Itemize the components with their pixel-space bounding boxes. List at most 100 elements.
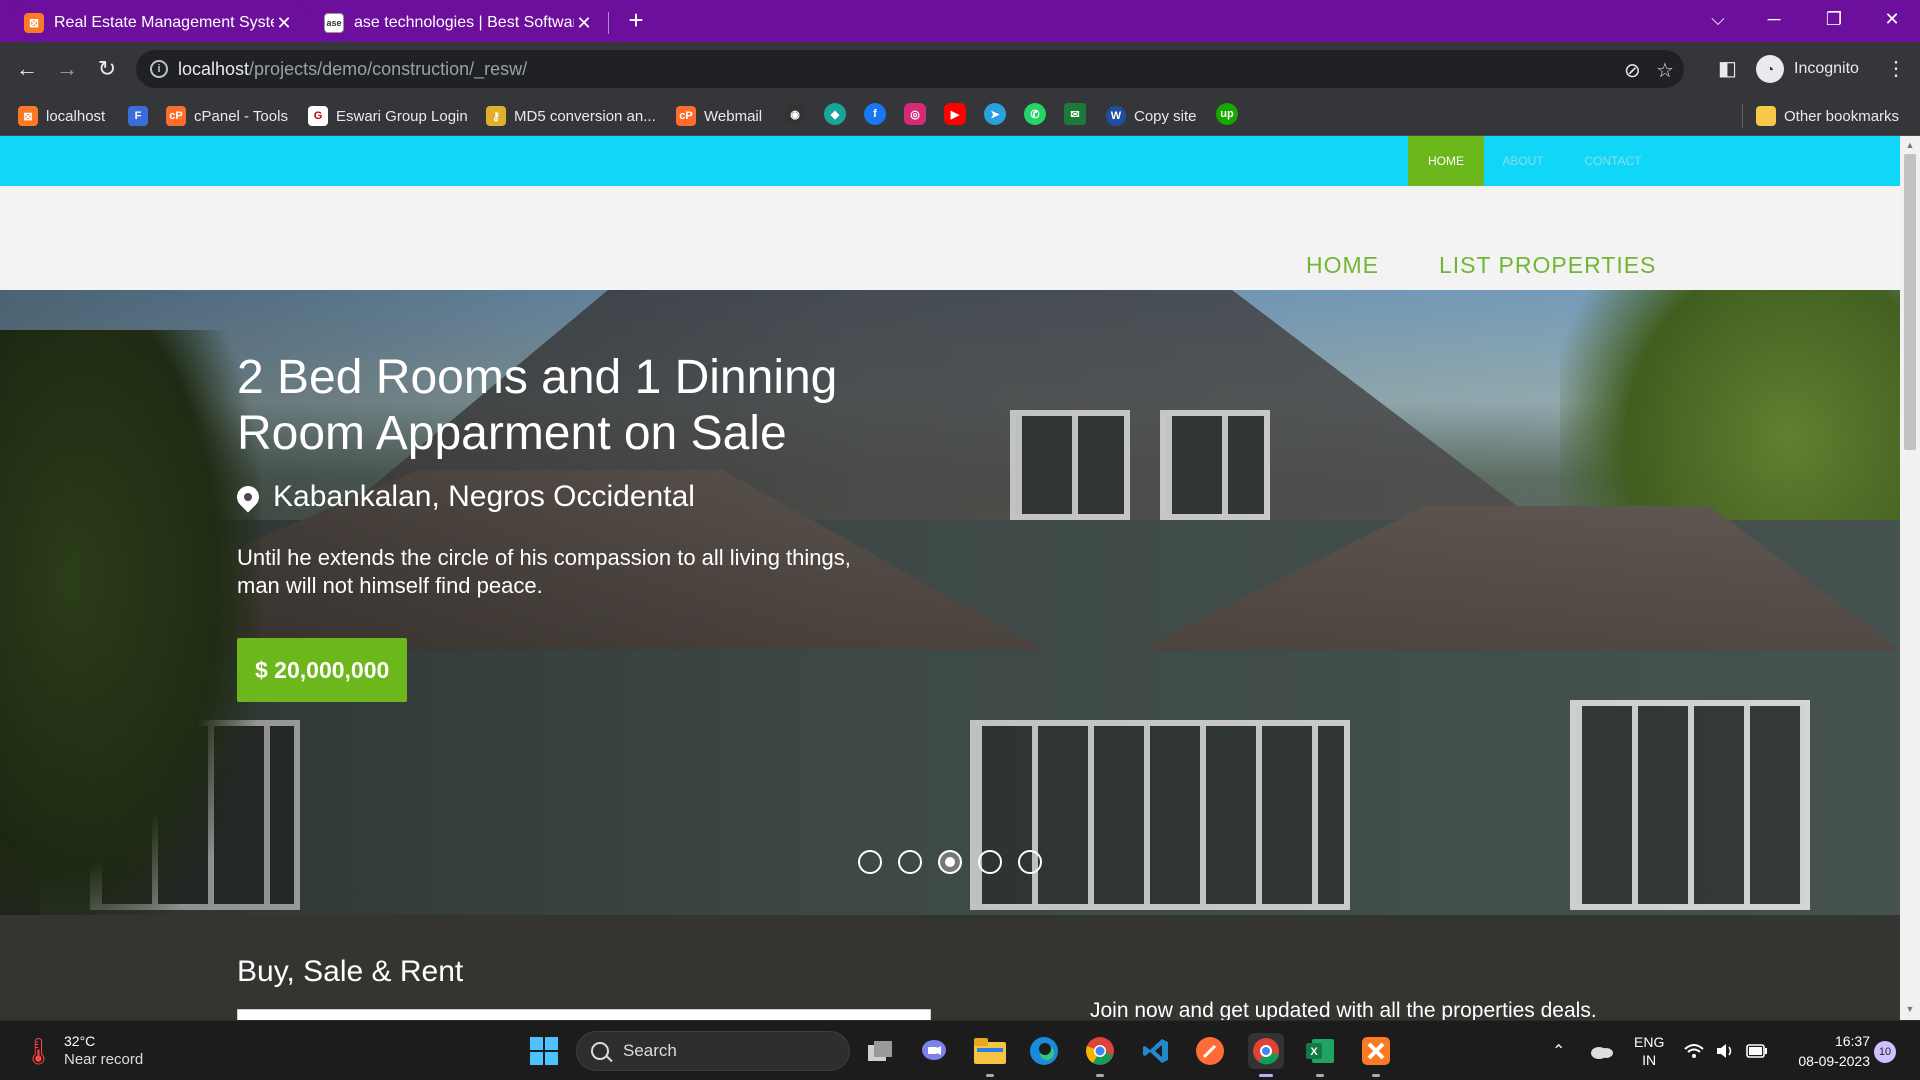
property-search-input[interactable] [237,1009,931,1020]
header-home-link[interactable]: HOME [1306,252,1379,279]
topnav-contact-link[interactable]: CONTACT [1570,136,1656,186]
tab-ase-technologies[interactable]: ase ase technologies | Best Software ✕ [310,4,608,42]
bookmark-webmail[interactable]: cP Webmail [676,104,762,128]
whatsapp-icon[interactable]: ✆ [1024,103,1046,125]
clock[interactable]: 16:37 08-09-2023 [1782,1031,1870,1071]
bookmark-other-bookmarks[interactable]: Other bookmarks [1756,104,1899,128]
cpanel-icon: cP [676,106,696,126]
telegram-icon[interactable]: ➤ [984,103,1006,125]
diamond-icon[interactable]: ◆ [824,103,846,125]
instagram-icon[interactable]: ◎ [904,103,926,125]
slide-dot-2[interactable] [898,850,922,874]
close-tab-icon[interactable]: ✕ [274,13,294,34]
cpanel-icon: cP [166,106,186,126]
bookmark-cpanel-tools[interactable]: cP cPanel - Tools [166,104,288,128]
file-explorer-icon[interactable] [972,1033,1008,1077]
hero-quote: Until he extends the circle of his compa… [237,545,851,598]
forward-button[interactable]: → [52,54,82,84]
scroll-up-arrow-icon[interactable]: ▲ [1905,140,1915,150]
slide-dot-3[interactable] [938,850,962,874]
volume-icon[interactable] [1716,1021,1736,1080]
taskbar-search[interactable]: Search [576,1031,850,1071]
running-indicator [1372,1074,1380,1077]
wifi-icon[interactable] [1684,1021,1704,1080]
start-button[interactable] [526,1033,562,1069]
bookmark-star-icon[interactable]: ☆ [1656,58,1674,83]
taskbar: 🌡 32°C Near record Search X ⌃ ENG IN 16:… [0,1020,1920,1080]
slider-dots [858,850,1042,874]
site-header: HOME LIST PROPERTIES [0,186,1900,290]
address-bar[interactable]: i localhost/projects/demo/construction/_… [136,50,1684,88]
bookmark-f[interactable]: F [128,104,156,128]
minimize-button[interactable]: ─ [1746,0,1802,38]
chrome-icon[interactable] [1082,1033,1118,1077]
reload-button[interactable]: ↻ [92,54,122,84]
xampp-taskbar-icon[interactable] [1358,1033,1394,1077]
slide-dot-1[interactable] [858,850,882,874]
bookmark-localhost[interactable]: ⊠ localhost [18,104,105,128]
back-button[interactable]: ← [12,54,42,84]
slide-dot-4[interactable] [978,850,1002,874]
join-text: Join now and get updated with all the pr… [1090,999,1597,1020]
tab-search-button[interactable]: ⌵ [1690,0,1746,38]
key-icon: ⚷ [486,106,506,126]
windows-icon [530,1037,558,1065]
profile-label: Incognito [1794,60,1859,77]
battery-icon[interactable] [1746,1021,1768,1080]
browser-tab-strip: ⊠ Real Estate Management System ✕ ase as… [0,0,1920,42]
close-window-button[interactable]: ✕ [1864,0,1920,38]
envelope-icon[interactable]: ✉ [1064,103,1086,125]
running-indicator [1316,1074,1324,1077]
new-tab-button[interactable]: + [622,6,650,34]
hero-caption: 2 Bed Rooms and 1 Dinning Room Apparment… [232,350,857,702]
show-hidden-icons-icon[interactable]: ⌃ [1552,1021,1565,1080]
thermometer-icon: 🌡 [22,1035,56,1066]
incognito-profile[interactable]: ◔ Incognito [1756,50,1859,88]
notification-badge[interactable]: 10 [1874,1041,1896,1063]
task-view-icon[interactable] [862,1033,898,1069]
bookmark-eswari-group-login[interactable]: G Eswari Group Login [308,104,468,128]
tab-real-estate[interactable]: ⊠ Real Estate Management System ✕ [10,4,308,42]
scrollbar-thumb[interactable] [1904,154,1916,450]
map-pin-icon [232,481,264,513]
postman-icon[interactable] [1192,1033,1228,1069]
onedrive-icon[interactable] [1590,1021,1614,1080]
site-info-icon[interactable]: i [150,60,168,78]
facebook-icon[interactable]: f [864,103,886,125]
upwork-icon[interactable]: up [1216,103,1238,125]
github-icon[interactable]: ◉ [784,103,806,125]
hero-title: 2 Bed Rooms and 1 Dinning Room Apparment… [237,351,838,460]
page-scrollbar[interactable]: ▲ ▼ [1900,136,1920,1020]
side-panel-icon[interactable]: ◧ [1718,56,1737,81]
youtube-icon[interactable]: ▶ [944,103,966,125]
bookmark-copy-site[interactable]: W Copy site [1106,104,1197,128]
tab-title: ase technologies | Best Software [354,14,574,31]
price-button[interactable]: $ 20,000,000 [237,638,408,702]
chat-icon[interactable] [916,1033,952,1069]
excel-icon[interactable]: X [1302,1033,1338,1077]
scroll-down-arrow-icon[interactable]: ▼ [1905,1004,1915,1014]
language-indicator[interactable]: ENG IN [1634,1021,1664,1080]
chrome-incognito-icon[interactable] [1248,1033,1284,1077]
buy-sale-rent-section: Buy, Sale & Rent Join now and get update… [0,915,1900,1020]
topnav-about-link[interactable]: ABOUT [1484,136,1562,186]
xampp-icon: ⊠ [18,106,38,126]
search-icon [591,1042,609,1060]
slide-dot-5[interactable] [1018,850,1042,874]
active-indicator [1259,1074,1273,1077]
weather-widget[interactable]: 🌡 32°C Near record [22,1033,143,1068]
bookmark-md5-conversion[interactable]: ⚷ MD5 conversion an... [486,104,656,128]
edge-icon[interactable] [1026,1033,1062,1069]
incognito-icon: ◔ [1756,55,1784,83]
restore-button[interactable]: ❐ [1806,0,1862,38]
topnav-home-link[interactable]: HOME [1408,136,1484,186]
menu-icon[interactable]: ⋮ [1886,56,1906,81]
url-text[interactable]: localhost/projects/demo/construction/_re… [178,59,527,80]
folder-icon [1756,106,1776,126]
header-list-properties-link[interactable]: LIST PROPERTIES [1439,252,1656,279]
eye-off-icon[interactable]: ⊘ [1624,58,1641,83]
hero-slider: 2 Bed Rooms and 1 Dinning Room Apparment… [0,290,1900,915]
close-tab-icon[interactable]: ✕ [574,13,594,34]
svg-text:X: X [1310,1046,1318,1058]
vscode-icon[interactable] [1138,1033,1174,1069]
